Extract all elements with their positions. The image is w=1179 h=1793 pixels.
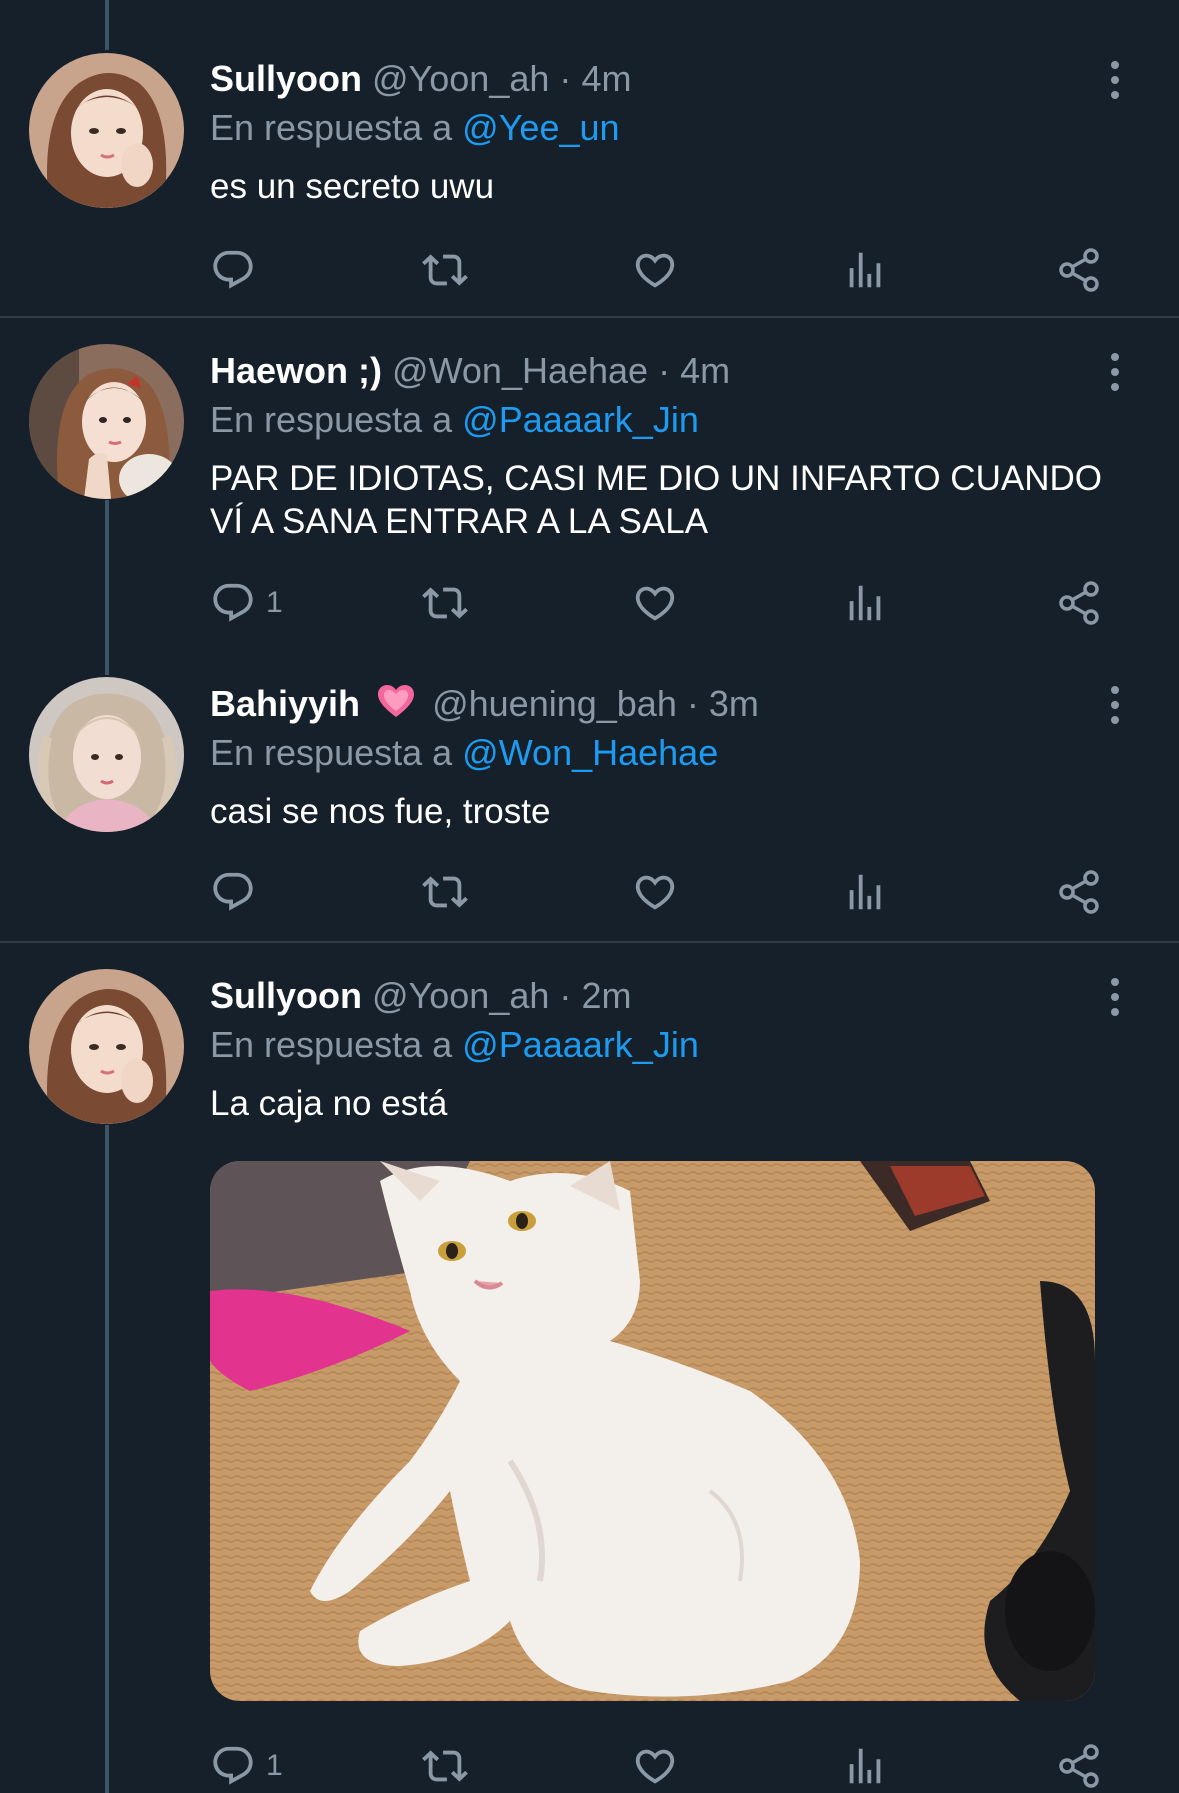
tweet-header: Sullyoon @Yoon_ah · 2m bbox=[210, 974, 631, 1018]
views-button[interactable] bbox=[842, 867, 888, 917]
reply-prefix: En respuesta a bbox=[210, 107, 453, 148]
separator-dot: · bbox=[686, 683, 699, 724]
reply-mention-link[interactable]: @Yee_un bbox=[462, 107, 619, 148]
display-name[interactable]: Sullyoon bbox=[210, 58, 362, 99]
tweet-actions bbox=[210, 245, 1110, 295]
retweet-icon bbox=[422, 876, 468, 908]
views-button[interactable] bbox=[842, 245, 888, 295]
reply-button[interactable]: 1 bbox=[210, 1741, 283, 1791]
reply-context: En respuesta a @Paaaark_Jin bbox=[210, 1023, 699, 1067]
reply-button[interactable] bbox=[210, 245, 266, 295]
reply-context: En respuesta a @Paaaark_Jin bbox=[210, 398, 699, 442]
display-name[interactable]: Sullyoon bbox=[210, 975, 362, 1016]
reply-count: 1 bbox=[266, 1749, 283, 1782]
tweet-header: Haewon ;) @Won_Haehae · 4m bbox=[210, 349, 730, 393]
like-icon bbox=[635, 1749, 675, 1784]
reply-icon bbox=[213, 1746, 253, 1785]
display-name[interactable]: Haewon ;) bbox=[210, 350, 382, 391]
retweet-icon bbox=[422, 254, 468, 286]
separator-dot: · bbox=[559, 975, 572, 1016]
tweet-header: Sullyoon @Yoon_ah · 4m bbox=[210, 57, 631, 101]
tweet-media-image[interactable] bbox=[210, 1161, 1095, 1701]
reply-mention-link[interactable]: @Paaaark_Jin bbox=[462, 1024, 699, 1065]
like-icon bbox=[635, 586, 675, 621]
retweet-button[interactable] bbox=[420, 578, 470, 628]
views-button[interactable] bbox=[842, 578, 888, 628]
share-icon bbox=[1059, 248, 1099, 292]
reply-button[interactable] bbox=[210, 867, 266, 917]
share-button[interactable] bbox=[1055, 867, 1103, 917]
like-button[interactable] bbox=[632, 245, 678, 295]
tweet-2[interactable]: Haewon ;) @Won_Haehae · 4m En respuesta … bbox=[0, 318, 1179, 668]
user-handle[interactable]: @Yoon_ah bbox=[372, 975, 549, 1016]
share-button[interactable] bbox=[1055, 578, 1103, 628]
views-button[interactable] bbox=[842, 1741, 888, 1791]
display-name[interactable]: Bahiyyih bbox=[210, 683, 360, 724]
timestamp[interactable]: 2m bbox=[581, 975, 631, 1016]
share-icon bbox=[1059, 581, 1099, 625]
share-button[interactable] bbox=[1055, 1741, 1103, 1791]
tweet-text: PAR DE IDIOTAS, CASI ME DIO UN INFARTO C… bbox=[210, 459, 1102, 541]
tweet-1[interactable]: Sullyoon @Yoon_ah · 4m En respuesta a @Y… bbox=[0, 0, 1179, 318]
like-button[interactable] bbox=[632, 867, 678, 917]
separator-dot: · bbox=[559, 58, 572, 99]
reply-prefix: En respuesta a bbox=[210, 732, 453, 773]
retweet-button[interactable] bbox=[420, 867, 470, 917]
retweet-button[interactable] bbox=[420, 245, 470, 295]
avatar[interactable] bbox=[29, 344, 184, 499]
reply-context: En respuesta a @Yee_un bbox=[210, 106, 620, 150]
share-icon bbox=[1059, 1744, 1099, 1788]
tweet-4[interactable]: Sullyoon @Yoon_ah · 2m En respuesta a @P… bbox=[0, 943, 1179, 1793]
tweet-header: Bahiyyih @huening_bah · 3m bbox=[210, 682, 759, 726]
more-options-icon[interactable] bbox=[1100, 55, 1130, 105]
share-icon bbox=[1059, 870, 1099, 914]
separator-dot: · bbox=[658, 350, 671, 391]
retweet-button[interactable] bbox=[420, 1741, 470, 1791]
tweet-text: es un secreto uwu bbox=[210, 167, 495, 206]
views-icon bbox=[849, 585, 881, 621]
like-icon bbox=[635, 253, 675, 288]
views-icon bbox=[849, 874, 881, 910]
timestamp[interactable]: 3m bbox=[709, 683, 759, 724]
like-icon bbox=[635, 875, 675, 910]
views-icon bbox=[849, 252, 881, 288]
more-options-icon[interactable] bbox=[1100, 680, 1130, 730]
tweet-actions: 1 bbox=[210, 578, 1110, 628]
reply-button[interactable]: 1 bbox=[210, 578, 283, 628]
reply-context: En respuesta a @Won_Haehae bbox=[210, 731, 718, 775]
tweet-3[interactable]: Bahiyyih @huening_bah · 3m En respuesta … bbox=[0, 668, 1179, 944]
more-options-icon[interactable] bbox=[1100, 972, 1130, 1022]
reply-mention-link[interactable]: @Paaaark_Jin bbox=[462, 399, 699, 440]
share-button[interactable] bbox=[1055, 245, 1103, 295]
avatar[interactable] bbox=[29, 969, 184, 1124]
beating-heart-emoji-icon bbox=[376, 682, 416, 722]
tweet-actions bbox=[210, 867, 1110, 917]
timeline-feed: Sullyoon @Yoon_ah · 4m En respuesta a @Y… bbox=[0, 0, 1179, 1793]
reply-mention-link[interactable]: @Won_Haehae bbox=[462, 732, 718, 773]
retweet-icon bbox=[422, 1750, 468, 1782]
reply-icon bbox=[213, 250, 253, 289]
timestamp[interactable]: 4m bbox=[680, 350, 730, 391]
reply-icon bbox=[213, 872, 253, 911]
like-button[interactable] bbox=[632, 1741, 678, 1791]
reply-prefix: En respuesta a bbox=[210, 399, 453, 440]
more-options-icon[interactable] bbox=[1100, 347, 1130, 397]
user-handle[interactable]: @huening_bah bbox=[432, 683, 677, 724]
reply-icon bbox=[213, 583, 253, 622]
reply-count: 1 bbox=[266, 586, 283, 619]
like-button[interactable] bbox=[632, 578, 678, 628]
tweet-text: casi se nos fue, troste bbox=[210, 792, 551, 831]
timestamp[interactable]: 4m bbox=[581, 58, 631, 99]
user-handle[interactable]: @Yoon_ah bbox=[372, 58, 549, 99]
user-handle[interactable]: @Won_Haehae bbox=[392, 350, 648, 391]
views-icon bbox=[849, 1748, 881, 1784]
reply-prefix: En respuesta a bbox=[210, 1024, 453, 1065]
avatar[interactable] bbox=[29, 677, 184, 832]
tweet-text: La caja no está bbox=[210, 1084, 448, 1123]
avatar[interactable] bbox=[29, 53, 184, 208]
retweet-icon bbox=[422, 587, 468, 619]
tweet-actions: 1 bbox=[210, 1741, 1110, 1791]
